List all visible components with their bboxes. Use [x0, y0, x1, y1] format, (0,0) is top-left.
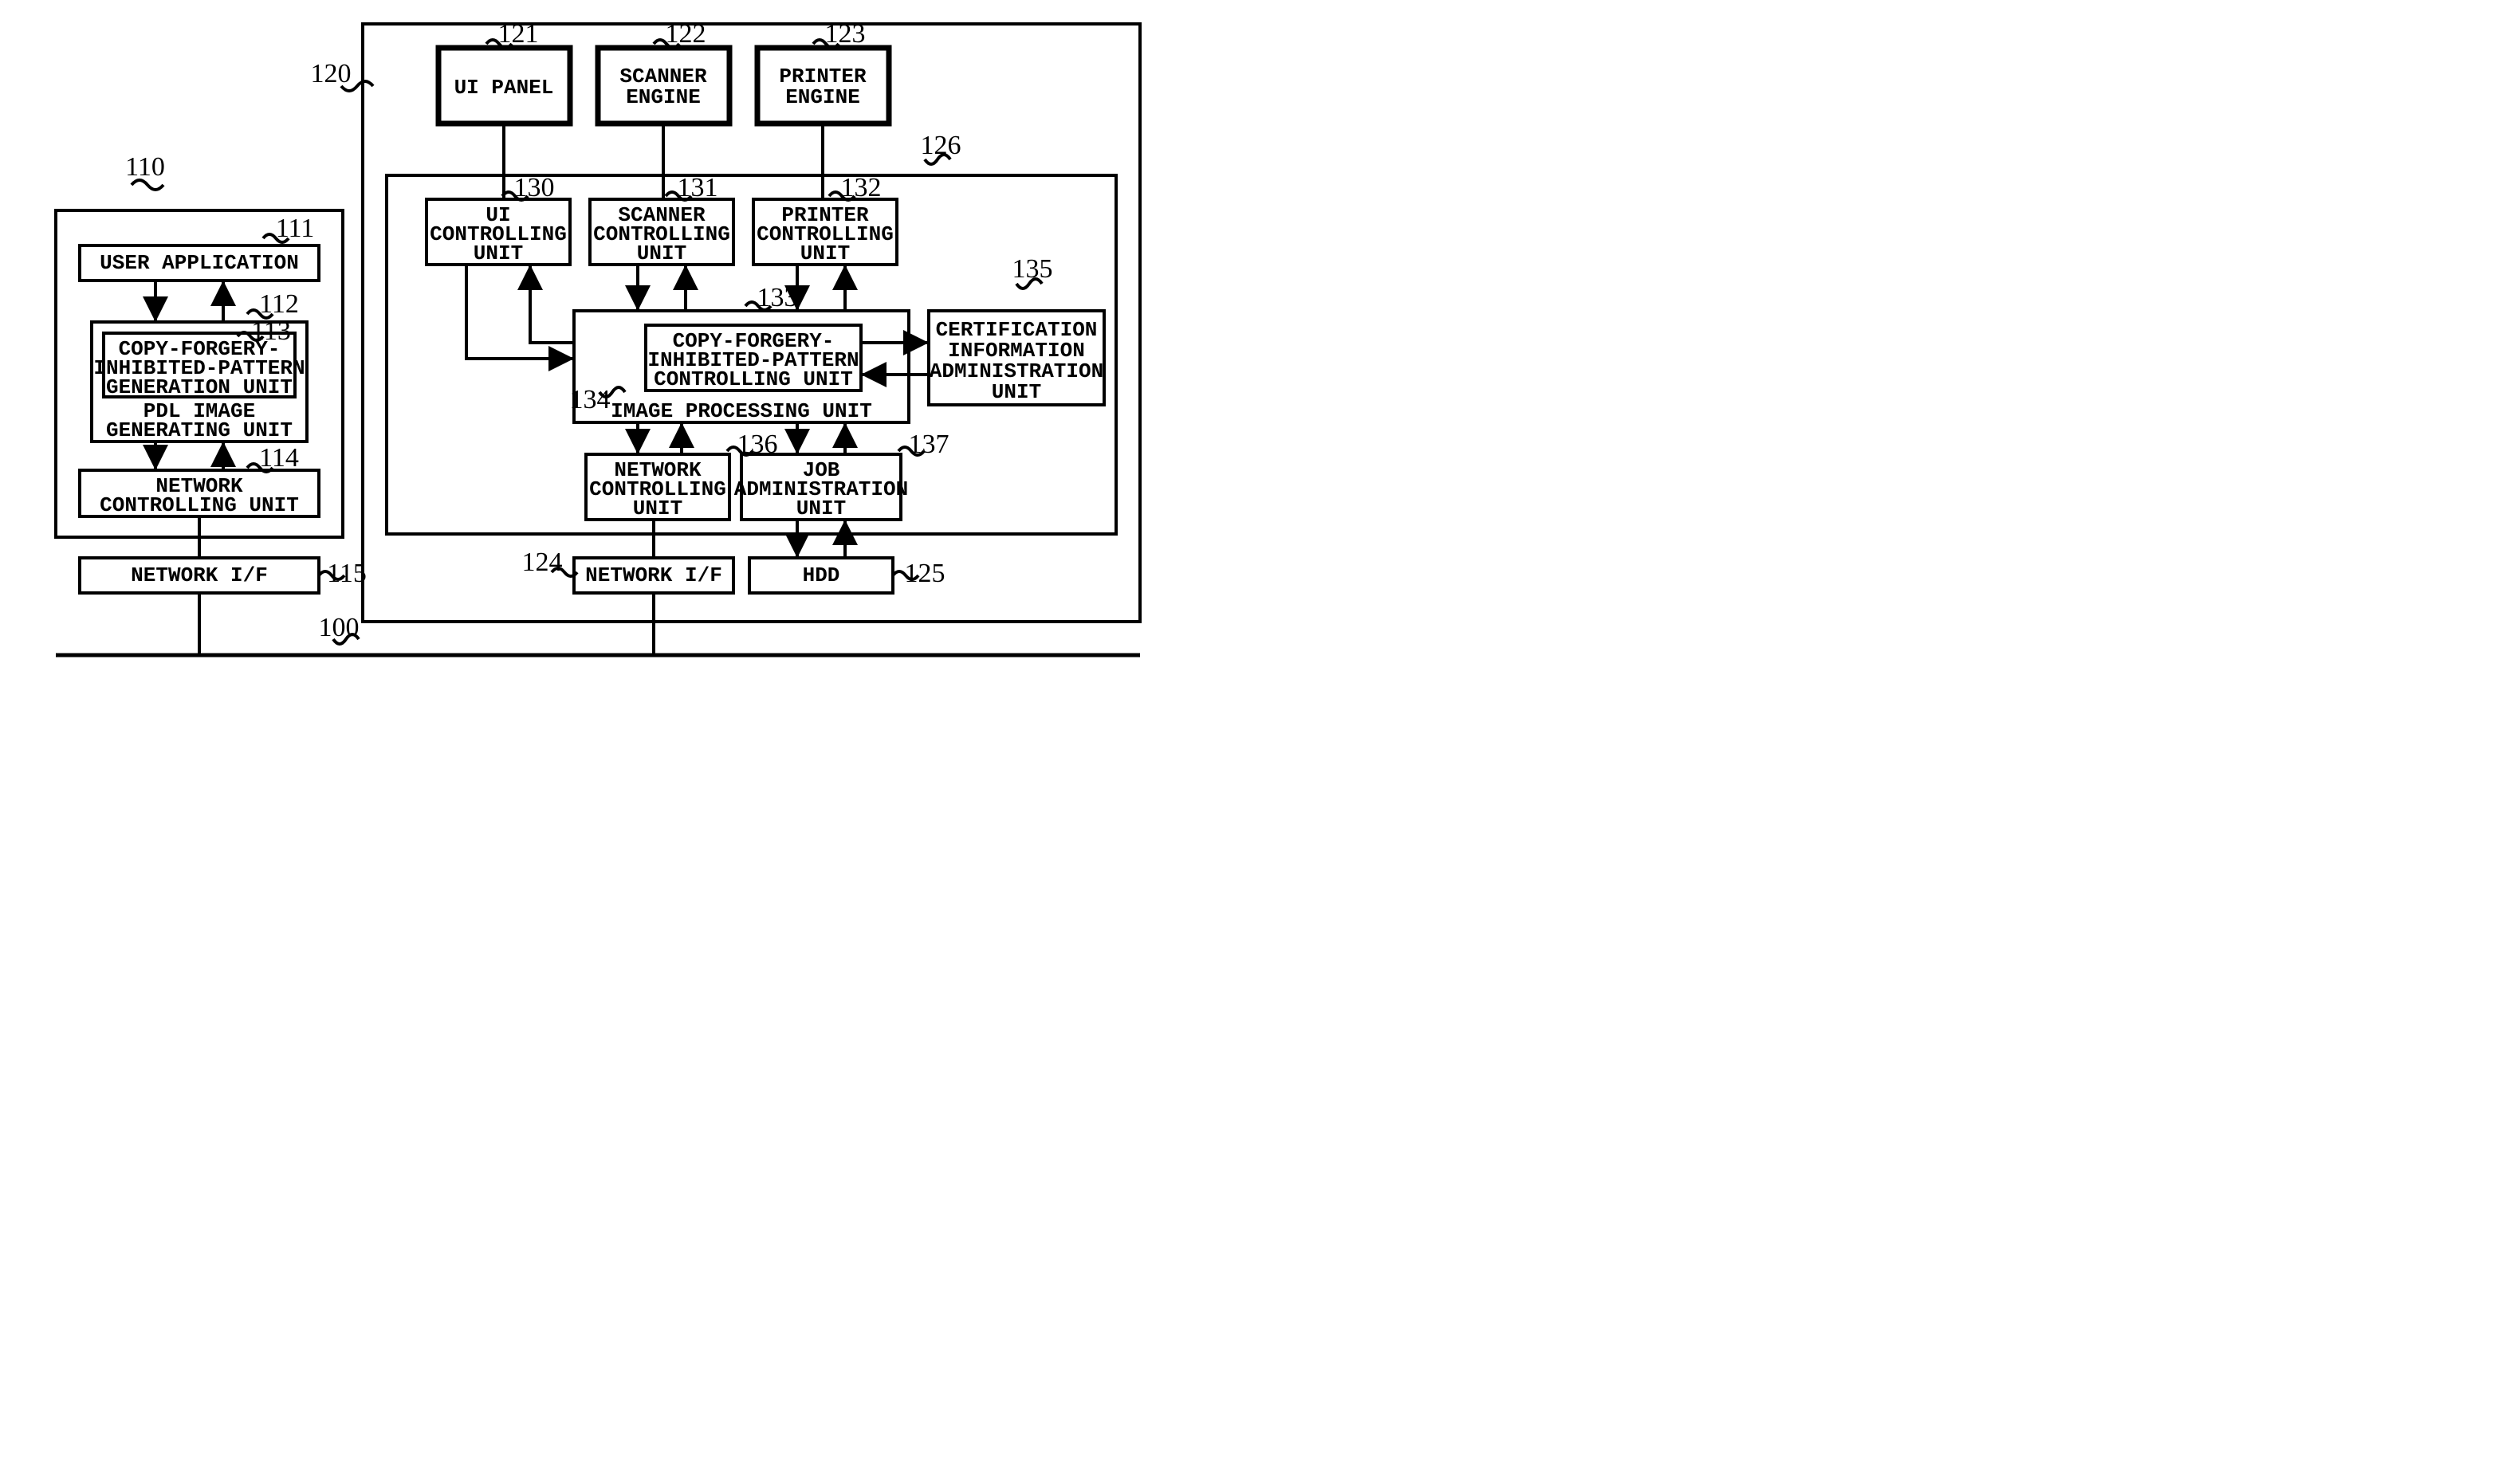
ref-110: 110 [125, 152, 165, 182]
printer-l2: ENGINE [785, 85, 860, 109]
ref-124: 124 [522, 548, 563, 577]
ncu2-l3: UNIT [633, 497, 682, 520]
ref-123: 123 [825, 19, 866, 49]
ref-112: 112 [259, 289, 299, 319]
ref-134: 134 [570, 385, 611, 414]
cf-gen-l3: GENERATION UNIT [106, 375, 293, 399]
ref-121: 121 [498, 19, 539, 49]
jau-l3: UNIT [796, 497, 846, 520]
ref-122: 122 [666, 19, 706, 49]
arrow [530, 265, 574, 343]
ciau-l4: UNIT [992, 380, 1041, 404]
ref-131: 131 [678, 173, 718, 202]
ref-132: 132 [841, 173, 882, 202]
network-if-2-label: NETWORK I/F [585, 563, 722, 587]
sccu-l3: UNIT [637, 241, 686, 265]
ncu-l2: CONTROLLING UNIT [100, 493, 299, 517]
diagram-root: USER APPLICATION COPY-FORGERY- INHIBITED… [0, 0, 1260, 733]
scanner-l2: ENGINE [626, 85, 701, 109]
ref-100: 100 [319, 613, 360, 642]
ref-133: 133 [757, 283, 798, 312]
pdl-l2: GENERATING UNIT [106, 418, 293, 442]
ref-130: 130 [514, 173, 555, 202]
user-application-label: USER APPLICATION [100, 251, 299, 275]
ipu-label: IMAGE PROCESSING UNIT [611, 399, 872, 423]
ref-111: 111 [276, 214, 314, 243]
prcu-l3: UNIT [800, 241, 850, 265]
network-if-label: NETWORK I/F [131, 563, 268, 587]
ref-120: 120 [311, 59, 352, 88]
ui-panel-label: UI PANEL [454, 76, 554, 100]
ref-115: 115 [327, 559, 367, 588]
ref-114: 114 [259, 443, 299, 473]
arrow [466, 265, 574, 359]
cfipcu-l3: CONTROLLING UNIT [654, 367, 853, 391]
ref-125: 125 [905, 559, 945, 588]
uicu-l3: UNIT [474, 241, 523, 265]
hdd-label: HDD [803, 563, 840, 587]
tilde [132, 180, 163, 190]
